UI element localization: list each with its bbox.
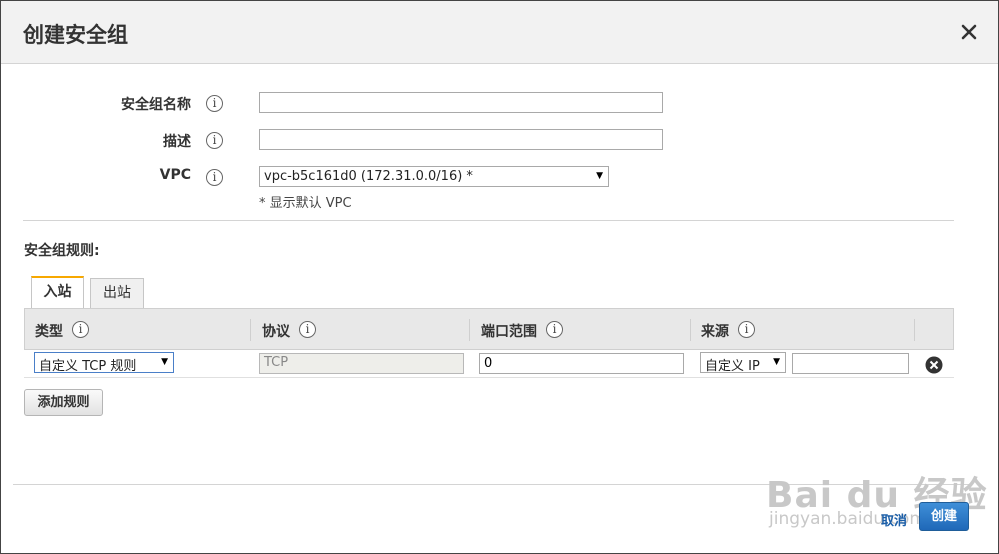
- column-header-source: 来源: [701, 321, 729, 341]
- description-input[interactable]: [259, 129, 663, 150]
- rule-source-cidr-input[interactable]: [792, 353, 909, 374]
- table-row-divider: [24, 377, 954, 378]
- create-security-group-dialog: 创建安全组 安全组名称 i 描述 i VPC i vpc-b5c161d0 (1…: [0, 0, 999, 554]
- section-divider: [23, 220, 954, 221]
- rule-port-range-input[interactable]: [479, 353, 684, 374]
- rule-protocol-field: TCP: [259, 353, 464, 374]
- close-icon[interactable]: [960, 23, 978, 41]
- rule-source-select[interactable]: 自定义 IP ▼: [700, 352, 786, 373]
- info-icon[interactable]: i: [738, 321, 755, 338]
- info-icon[interactable]: i: [72, 321, 89, 338]
- remove-rule-icon[interactable]: [925, 356, 943, 374]
- rules-table-header: 类型 i 协议 i 端口范围 i 来源 i: [24, 308, 954, 350]
- rule-source-type-value: 自定义 IP: [705, 359, 760, 373]
- info-icon[interactable]: i: [546, 321, 563, 338]
- cancel-link[interactable]: 取消: [881, 510, 907, 529]
- column-separator: [469, 319, 470, 341]
- column-separator: [690, 319, 691, 341]
- column-separator: [250, 319, 251, 341]
- caret-down-icon: ▼: [161, 357, 168, 367]
- vpc-select[interactable]: vpc-b5c161d0 (172.31.0.0/16) * ▼: [259, 166, 609, 187]
- create-button[interactable]: 创建: [919, 502, 969, 531]
- info-icon[interactable]: i: [299, 321, 316, 338]
- caret-down-icon: ▼: [773, 357, 780, 367]
- column-header-source-label: 来源: [701, 324, 729, 340]
- rule-protocol-value: TCP: [264, 355, 289, 370]
- rule-type-value: 自定义 TCP 规则: [39, 359, 137, 373]
- info-icon[interactable]: i: [206, 95, 223, 112]
- info-icon[interactable]: i: [206, 169, 223, 186]
- vpc-hint: * 显示默认 VPC: [259, 196, 352, 211]
- column-separator: [914, 319, 915, 341]
- vpc-label: VPC: [159, 167, 191, 183]
- dialog-header: 创建安全组: [1, 1, 998, 64]
- dialog-title: 创建安全组: [23, 23, 128, 47]
- column-header-protocol-label: 协议: [262, 324, 290, 340]
- column-header-protocol: 协议: [262, 321, 290, 341]
- caret-down-icon: ▼: [596, 171, 603, 181]
- security-group-name-input[interactable]: [259, 92, 663, 113]
- column-header-type-label: 类型: [35, 324, 63, 340]
- tab-inbound[interactable]: 入站: [31, 276, 84, 308]
- column-header-port-range: 端口范围: [481, 321, 537, 341]
- rule-type-select[interactable]: 自定义 TCP 规则 ▼: [34, 352, 174, 373]
- column-header-type: 类型: [35, 321, 63, 341]
- info-icon[interactable]: i: [206, 132, 223, 149]
- tab-outbound[interactable]: 出站: [90, 278, 144, 309]
- security-group-name-label: 安全组名称: [121, 97, 191, 113]
- add-rule-button[interactable]: 添加规则: [24, 389, 103, 416]
- description-label: 描述: [163, 134, 191, 150]
- vpc-select-value: vpc-b5c161d0 (172.31.0.0/16) *: [264, 169, 473, 184]
- column-header-port-range-label: 端口范围: [481, 324, 537, 340]
- rules-section-title: 安全组规则:: [24, 243, 100, 259]
